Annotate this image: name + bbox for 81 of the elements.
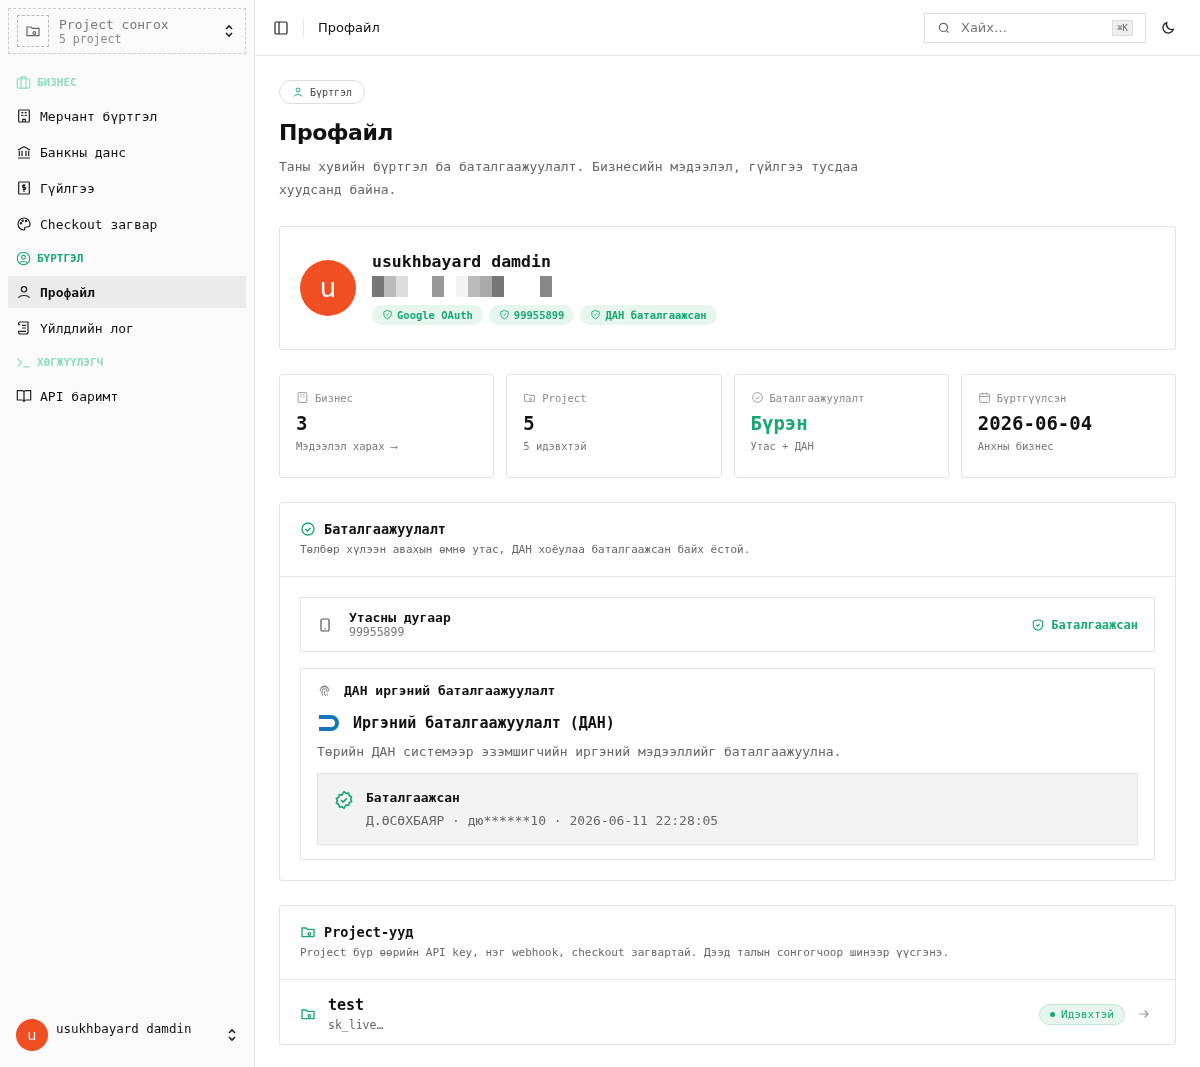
shield-icon [382,309,393,320]
folder-icon [300,1006,316,1022]
project-picker[interactable]: Project сонгох 5 project [8,8,246,54]
phone-title: Утасны дугаар [349,610,452,625]
folder-icon [25,23,41,39]
stat-label: Project [542,391,587,404]
search-icon [937,20,951,35]
page-title: Профайл [279,120,393,145]
project-row[interactable]: test sk_live… Идэвхтэй [280,980,1175,1044]
user-icon [292,86,304,98]
calendar-icon [977,391,991,404]
nav-item[interactable]: Профайл [8,276,246,308]
badge-label: Бүртгэл [310,86,353,98]
stat-note: 5 идэвхтэй [523,440,588,452]
user-avatar: u [16,1019,48,1051]
dan-status-details: Д.ӨСӨХБАЯР · дю******10 · 2026-06-11 22:28:05 [366,813,719,828]
project-name: test [328,996,366,1014]
nav-item[interactable]: Мерчант бүртгэл [8,100,246,132]
dan-status-title: Баталгаажсан [366,790,461,805]
bank-icon [16,144,32,160]
dan-heading: ДАН иргэний баталгаажуулалт [344,683,556,698]
tag-label: ДАН баталгаажсан [605,308,707,321]
nav-item[interactable]: Гүйлгээ [8,172,246,204]
dan-description: Төрийн ДАН системээр эзэмшигчийн иргэний мэдээллийг баталгаажуулна. [317,744,843,759]
search-field[interactable]: Хайх… ⌘K [924,12,1146,43]
section-description: Төлбөр хүлээн авахын өмнө утас, ДАН хоёулаа баталгаажсан байх ёстой. [300,543,752,556]
phone-icon [317,616,333,633]
receipt-icon [16,180,32,196]
profile-avatar: u [300,260,356,316]
phone-number: 99955899 [349,625,406,639]
nav-item[interactable]: Checkout загвар [8,208,246,240]
shield-icon [590,309,602,320]
check-icon [750,391,764,404]
section-label: БҮРТГЭЛ [37,251,84,265]
building-icon [296,391,309,404]
fingerprint-icon [317,683,332,698]
user-name: usukhbayard damdin [56,1020,193,1036]
stat-note: Анхны бизнес [977,440,1055,452]
stat-value: Бүрэн [750,412,809,434]
check-circle-icon [300,521,316,537]
section-title: Project-ууд [324,924,414,940]
status-pill: Идэвхтэй [1039,1003,1125,1025]
section-label: БИЗНЕС [37,75,77,89]
folder-icon [300,924,316,940]
page-description: Таны хувийн бүртгэл ба баталгаажуулалт. Бизнесийн мэдээлэл, гүйлгээ тусдаа хуудсанд байна. [279,158,860,199]
tag-label: 99955899 [513,308,565,321]
tag-label: Google OAuth [397,308,473,321]
badge-check-icon [334,790,354,810]
stat-value: 3 [296,412,309,434]
shield-check-icon [1031,617,1046,632]
folder-icon [523,391,537,404]
user-icon [16,284,32,300]
nav-item[interactable]: Үйлдлийн лог [8,312,246,344]
book-icon [16,388,32,404]
stat-value: 2026-06-04 [977,412,1094,434]
building-icon [16,108,32,124]
sidebar-toggle-icon[interactable] [273,19,289,36]
profile-name: usukhbayard damdin [372,251,552,271]
project-key: sk_live… [328,1018,1027,1032]
chevrons-icon [223,24,235,38]
scroll-icon [16,320,32,336]
shield-icon [498,309,510,320]
breadcrumb-title: Профайл [318,20,381,35]
nav-item[interactable]: Банкны данс [8,136,246,168]
palette-icon [16,216,32,232]
dan-title: Иргэний баталгаажуулалт (ДАН) [353,714,615,732]
stat-value: 5 [523,412,536,434]
stat-label: Бүртгүүлсэн [996,391,1067,404]
stat-note: Мэдээлэл харах ⟶ [296,440,399,452]
section-label: ХӨГЖҮҮЛЭГЧ [37,355,104,369]
stat-note: Утас + ДАН [750,440,815,452]
verified-status: Баталгаажсан [1051,617,1138,632]
stat-label: Бизнес [315,391,353,404]
nav-item[interactable]: API баримт [8,380,246,412]
shortcut-hint: ⌘K [1112,19,1133,36]
stat-label: Баталгаажуулалт [769,391,865,404]
dan-logo-icon [317,714,341,732]
chevrons-icon[interactable] [226,1028,238,1042]
section-title: Баталгаажуулалт [324,521,446,537]
section-description: Project бүр өөрийн API key, нэг webhook, checkout загвартай. Дээд талын сонгогчоор шинээр үүсгэнэ. [300,946,950,959]
moon-icon[interactable] [1160,19,1176,36]
